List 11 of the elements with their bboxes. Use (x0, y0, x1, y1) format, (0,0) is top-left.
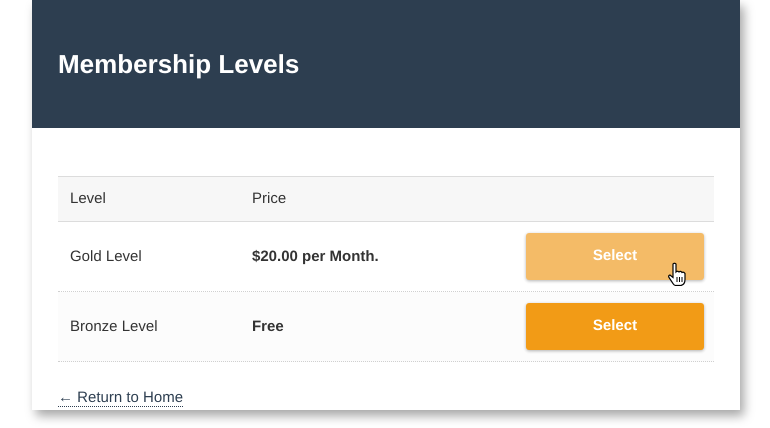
select-button[interactable]: Select (526, 303, 704, 350)
column-header: Level (70, 190, 106, 207)
price-text: $20.00 per Month. (252, 248, 379, 264)
price-text: Free (252, 318, 284, 334)
level-name: Bronze Level (70, 318, 158, 334)
level-name: Gold Level (70, 248, 142, 264)
select-button[interactable]: Select (526, 233, 704, 280)
return-home-link[interactable]: ← Return to Home (58, 389, 184, 407)
column-header: Price (252, 190, 286, 207)
page-title: Membership Levels (58, 48, 300, 80)
hand-cursor-icon (668, 262, 688, 286)
